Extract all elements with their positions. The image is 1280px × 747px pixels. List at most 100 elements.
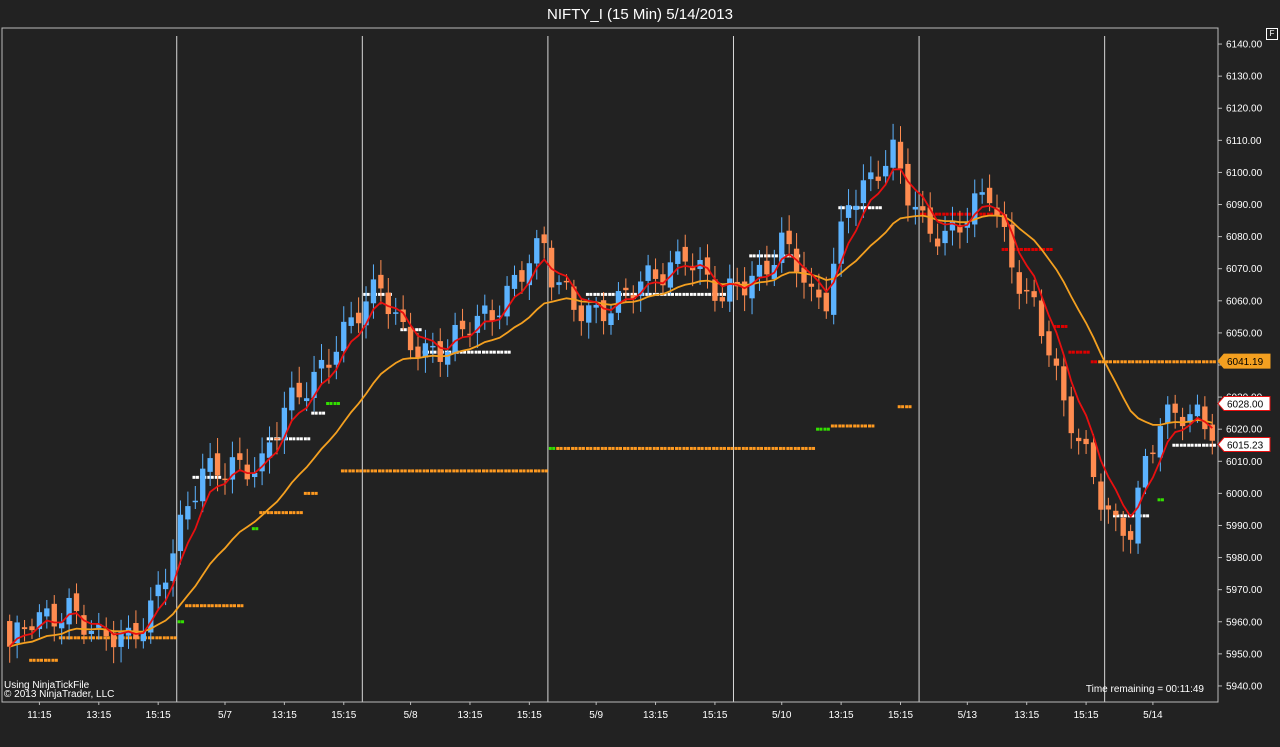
stop-marker [1172, 443, 1176, 447]
stop-marker [437, 469, 441, 473]
stop-marker [433, 350, 437, 354]
stop-marker [1023, 247, 1027, 251]
stop-marker [1068, 350, 1072, 354]
stop-marker [155, 636, 159, 640]
stop-marker [1198, 360, 1202, 364]
x-tick-label: 11:15 [27, 710, 52, 721]
stop-marker [908, 405, 912, 409]
x-tick-label: 15:15 [331, 710, 356, 721]
stop-marker [1190, 443, 1194, 447]
candle-body [73, 593, 80, 612]
x-tick-label: 13:15 [86, 710, 111, 721]
stop-marker [318, 411, 322, 415]
candle-body [430, 345, 436, 348]
candle-body [348, 317, 354, 326]
stop-marker [656, 446, 660, 450]
stop-marker [84, 636, 88, 640]
stop-marker [1168, 360, 1172, 364]
stop-marker [91, 636, 95, 640]
stop-marker [477, 350, 481, 354]
stop-marker [463, 469, 467, 473]
x-tick-label: 5/13 [958, 710, 978, 721]
stop-marker [440, 469, 444, 473]
stop-marker [396, 469, 400, 473]
candle-body [489, 310, 495, 321]
price-chart[interactable]: 6140.00 6130.00 6120.00 6110.00 6100.00 6090.… [0, 0, 1280, 747]
time-remaining: Time remaining = 00:11:49 [1085, 684, 1204, 695]
x-tick-label: 15:15 [888, 710, 913, 721]
stop-marker [812, 446, 816, 450]
stop-marker [44, 658, 48, 662]
stop-marker [426, 469, 430, 473]
stop-marker [240, 604, 244, 608]
stop-marker [381, 292, 385, 296]
x-tick-label: 15:15 [702, 710, 727, 721]
stop-marker [444, 469, 448, 473]
stop-marker [615, 446, 619, 450]
stop-marker [786, 446, 790, 450]
stop-marker [504, 469, 508, 473]
stop-marker [1183, 360, 1187, 364]
stop-marker [1146, 514, 1150, 518]
stop-marker [1150, 360, 1154, 364]
candle-body [303, 398, 310, 402]
candle-body [934, 238, 941, 247]
stop-marker [195, 604, 199, 608]
stop-marker [804, 446, 808, 450]
candle-body [1053, 358, 1060, 366]
stop-marker [875, 206, 879, 210]
y-tick-label: 6010.00 [1226, 457, 1263, 468]
stop-marker [151, 636, 155, 640]
stop-marker [537, 469, 541, 473]
candle-body [652, 269, 659, 279]
candle-body [1113, 510, 1119, 516]
stop-marker [675, 292, 679, 296]
stop-marker [496, 350, 500, 354]
stop-marker [1031, 247, 1035, 251]
stop-marker [270, 511, 274, 515]
candle-body [214, 453, 221, 476]
stop-marker [411, 469, 415, 473]
x-tick-label: 13:15 [457, 710, 482, 721]
stop-marker [303, 491, 307, 495]
stop-marker [1212, 443, 1216, 447]
stop-marker [99, 636, 103, 640]
stop-marker [415, 469, 419, 473]
stop-marker [203, 604, 207, 608]
stop-marker [207, 604, 211, 608]
candle-body [556, 282, 562, 285]
stop-marker [504, 350, 508, 354]
stop-marker [641, 446, 645, 450]
stop-marker [195, 475, 199, 479]
candle-body [192, 500, 198, 503]
stop-marker [448, 469, 452, 473]
stop-marker [556, 446, 560, 450]
stop-marker [856, 424, 860, 428]
stop-marker [322, 411, 326, 415]
candle-body [1194, 404, 1201, 417]
x-tick-label: 15:15 [1074, 710, 1099, 721]
stop-marker [730, 446, 734, 450]
candle-body [452, 324, 458, 353]
stop-marker [340, 469, 344, 473]
stop-marker [299, 511, 303, 515]
candle-body [289, 387, 295, 411]
x-tick-label: 13:15 [1014, 710, 1039, 721]
stop-marker [771, 446, 775, 450]
candle-body [385, 292, 391, 315]
stop-marker [1090, 360, 1094, 364]
candle-body [7, 621, 13, 647]
y-tick-label: 5960.00 [1226, 617, 1263, 628]
candle-body [897, 141, 904, 169]
candle-body [21, 627, 28, 630]
stop-marker [1079, 350, 1083, 354]
stop-marker [288, 437, 292, 441]
y-tick-label: 5950.00 [1226, 649, 1263, 660]
stop-marker [1202, 443, 1206, 447]
stop-marker [868, 424, 872, 428]
candle-body [1061, 366, 1067, 401]
candle-body [1068, 396, 1074, 434]
stop-marker [455, 469, 459, 473]
stop-marker [808, 446, 812, 450]
stop-marker [292, 437, 296, 441]
